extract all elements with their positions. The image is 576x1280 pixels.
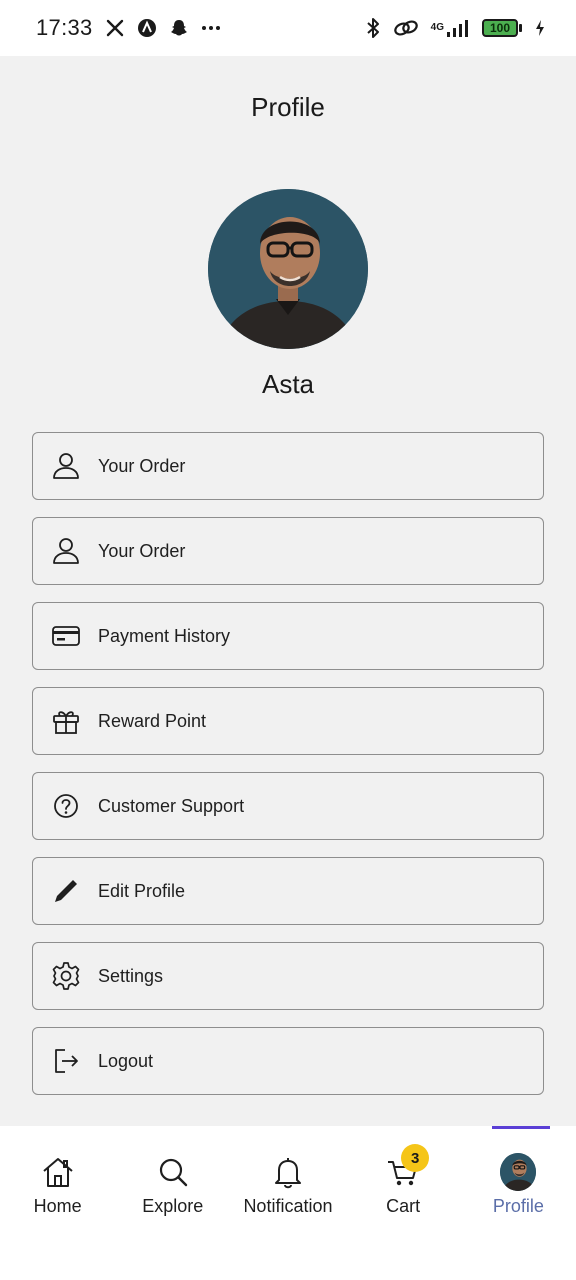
status-bar-right: 4G 100 [365,17,546,39]
network-label: 4G [430,22,444,33]
nav-notification[interactable]: Notification [230,1126,345,1226]
nav-label: Cart [386,1196,421,1216]
cart-count-badge: 3 [401,1144,430,1172]
user-name: Asta [261,369,315,399]
home-icon [40,1154,76,1190]
gear-icon [51,961,81,991]
menu-label: Payment History [98,625,231,646]
nav-label: Profile [492,1196,544,1216]
pencil-icon [51,876,81,906]
battery-icon: 100 [482,19,522,37]
nav-profile[interactable]: Profile [461,1126,576,1226]
nav-label: Home [33,1196,82,1216]
bottom-nav: Home Explore Notification 3 Cart Profile [0,1126,576,1280]
menu-item-reward-point[interactable]: Reward Point [32,687,544,755]
menu-label: Edit Profile [98,880,186,901]
profile-menu: Your Order Your Order Payment History Re… [32,432,544,1112]
gift-icon [51,706,81,736]
signal-icon: 4G [431,18,470,38]
status-bar: 17:33 4G 100 [0,0,576,56]
more-icon [201,25,221,31]
menu-item-customer-support[interactable]: Customer Support [32,772,544,840]
menu-item-payment-history[interactable]: Payment History [32,602,544,670]
app-icon [137,18,157,38]
battery-level: 100 [482,19,518,37]
person-icon [51,451,81,481]
avatar [500,1153,537,1191]
bell-icon [270,1154,306,1190]
x-icon [105,18,125,38]
profile-avatar[interactable] [208,189,368,349]
status-bar-left: 17:33 [36,15,221,41]
person-icon [51,536,81,566]
card-icon [51,621,81,651]
nav-label: Explore [142,1196,204,1216]
menu-label: Your Order [98,455,186,476]
menu-item-your-order[interactable]: Your Order [32,432,544,500]
search-icon [155,1154,191,1190]
menu-label: Reward Point [98,710,207,731]
profile-screen: Profile Asta Your Order Your Order Payme… [0,56,576,1126]
logout-icon [51,1046,81,1076]
help-circle-icon [51,791,81,821]
bluetooth-icon [365,17,381,39]
nav-explore[interactable]: Explore [115,1126,230,1226]
menu-item-your-order-2[interactable]: Your Order [32,517,544,585]
link-icon [393,18,419,38]
menu-label: Your Order [98,540,186,561]
menu-item-edit-profile[interactable]: Edit Profile [32,857,544,925]
cart-icon: 3 [385,1144,430,1190]
nav-label: Notification [243,1196,333,1216]
status-time: 17:33 [36,15,93,40]
snapchat-icon [169,18,189,38]
nav-cart[interactable]: 3 Cart [346,1126,461,1226]
menu-label: Settings [98,965,164,986]
nav-home[interactable]: Home [0,1126,115,1226]
page-title: Profile [251,92,325,122]
charging-icon [534,19,546,37]
menu-item-settings[interactable]: Settings [32,942,544,1010]
menu-label: Logout [98,1050,154,1071]
menu-item-logout[interactable]: Logout [32,1027,544,1095]
menu-label: Customer Support [98,795,245,816]
